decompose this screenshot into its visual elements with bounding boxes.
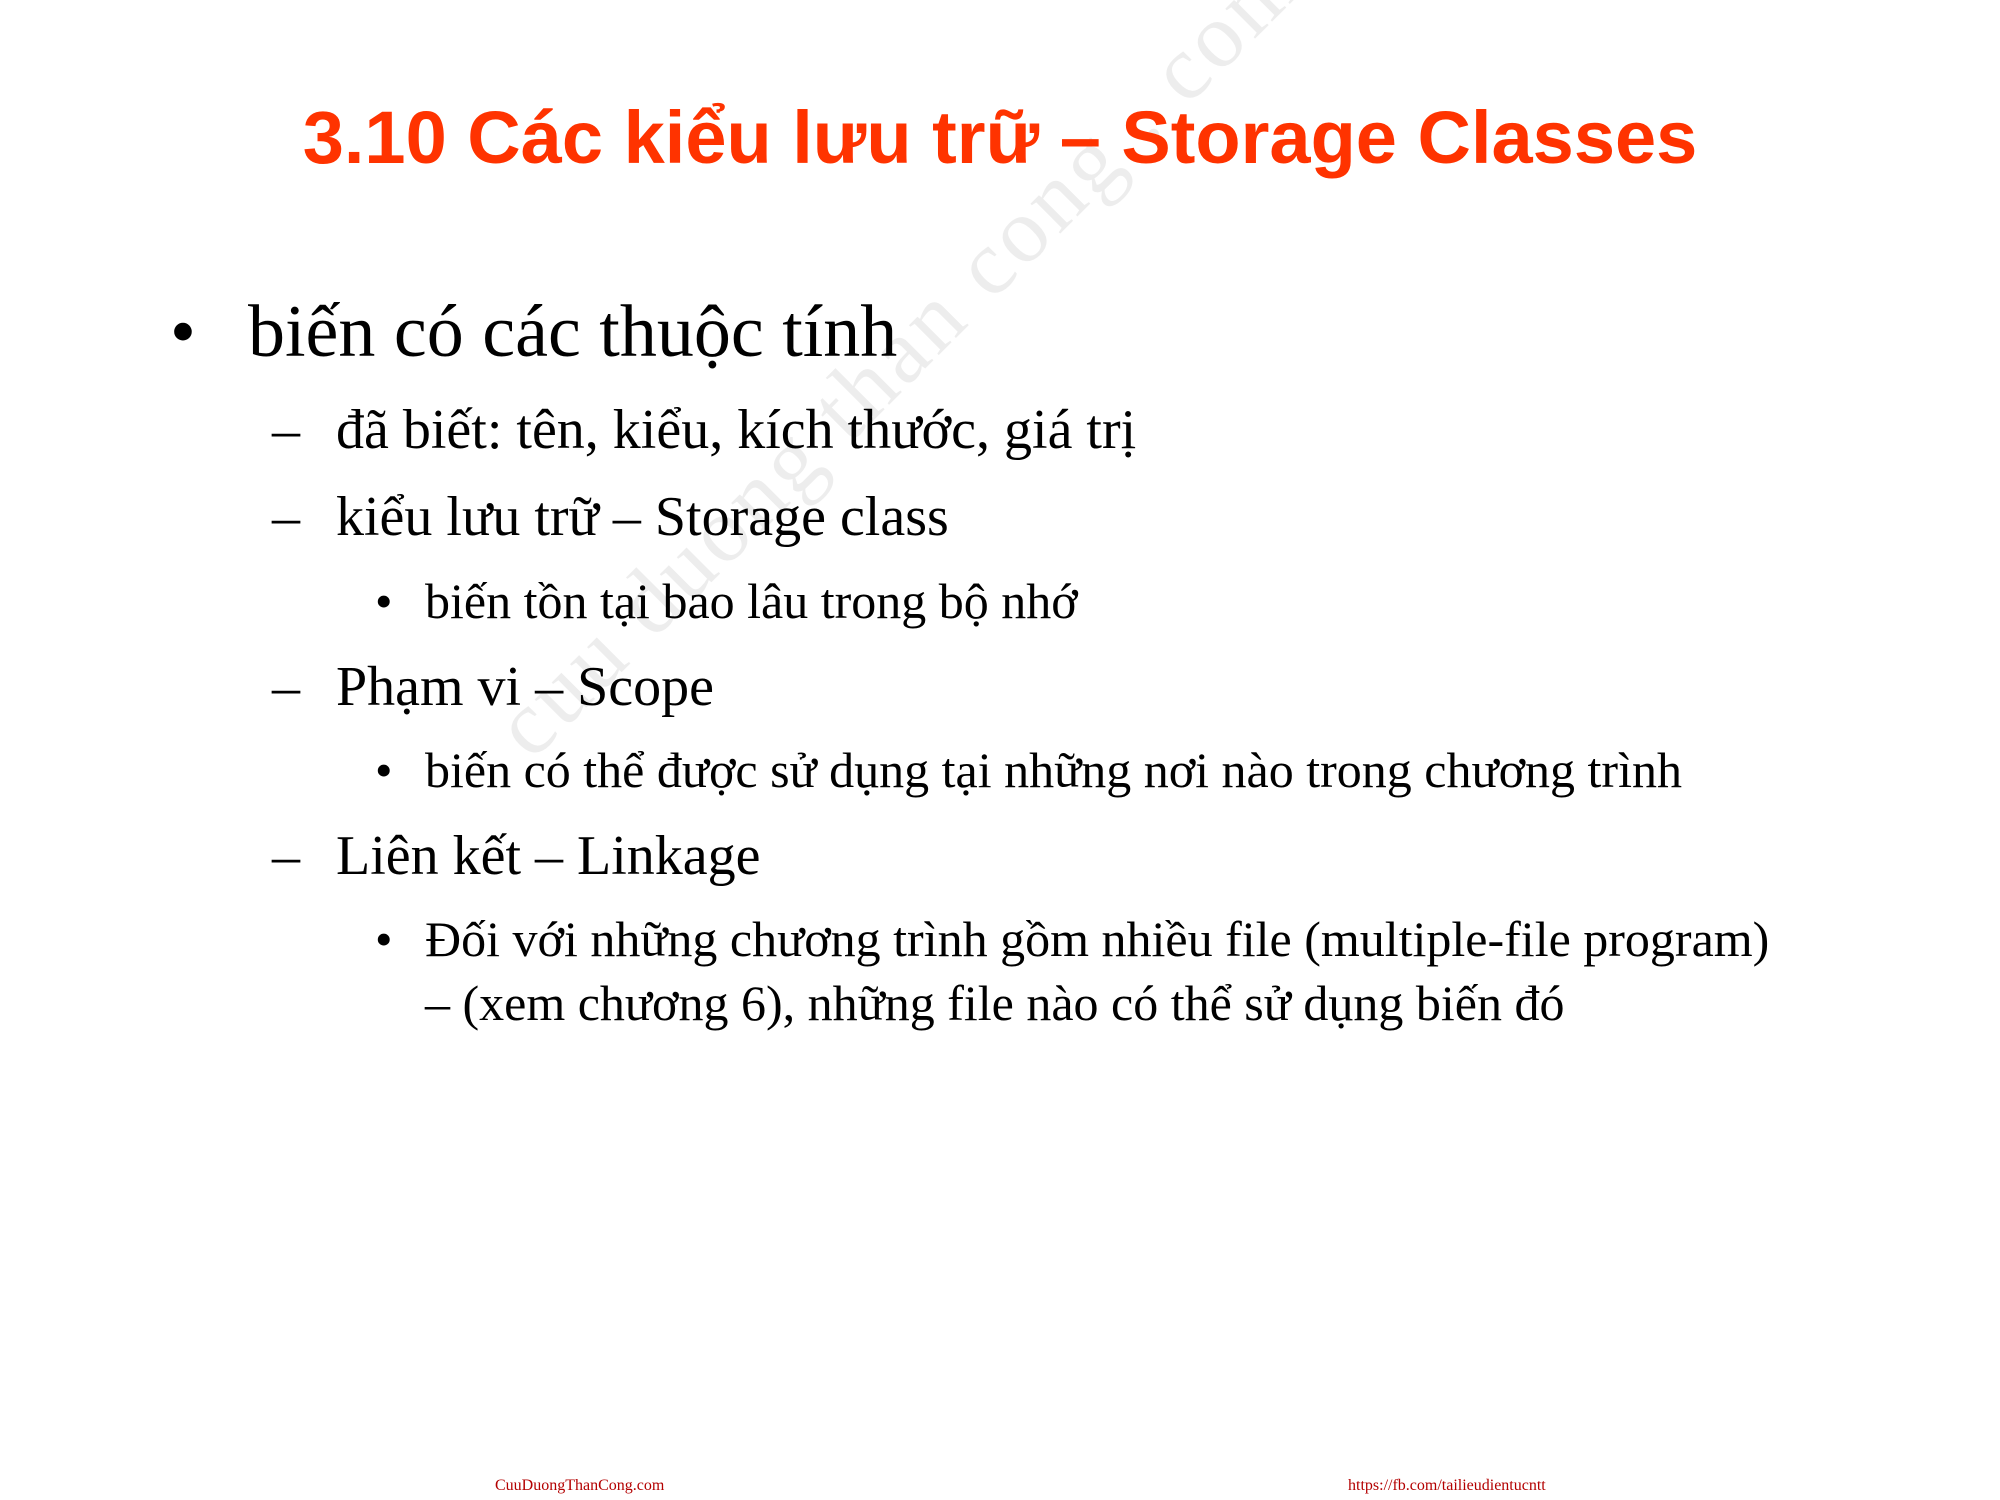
bullet-icon: •: [375, 911, 393, 967]
footer-right-text: https://fb.com/tailieudientucntt: [1348, 1477, 1546, 1494]
bullet-icon: •: [375, 573, 393, 629]
dash-icon: –: [272, 825, 300, 887]
bullet-text: kiểu lưu trữ – Storage class: [336, 486, 949, 548]
slide-title: 3.10 Các kiểu lưu trữ – Storage Classes: [302, 96, 1698, 179]
bullet-text: Đối với những chương trình gồm nhiều fil…: [425, 911, 1770, 1031]
dash-icon: –: [272, 486, 300, 548]
bullet-text: biến có thể được sử dụng tại những nơi n…: [425, 742, 1682, 798]
dash-icon: –: [272, 399, 300, 461]
bullet-text: Liên kết – Linkage: [336, 825, 761, 887]
bullet-text: Phạm vi – Scope: [336, 656, 714, 718]
bullet-text: biến có các thuộc tính: [248, 291, 898, 373]
bullet-icon: •: [375, 742, 393, 798]
slide: cuu duong than cong . com 3.10 Các kiểu …: [0, 0, 2000, 1500]
bullet-text: biến tồn tại bao lâu trong bộ nhớ: [425, 573, 1078, 629]
bullet-text: đã biết: tên, kiểu, kích thước, giá trị: [336, 399, 1137, 461]
dash-icon: –: [272, 656, 300, 718]
bullet-icon: •: [170, 291, 196, 373]
footer-left-text: CuuDuongThanCong.com: [495, 1477, 665, 1494]
